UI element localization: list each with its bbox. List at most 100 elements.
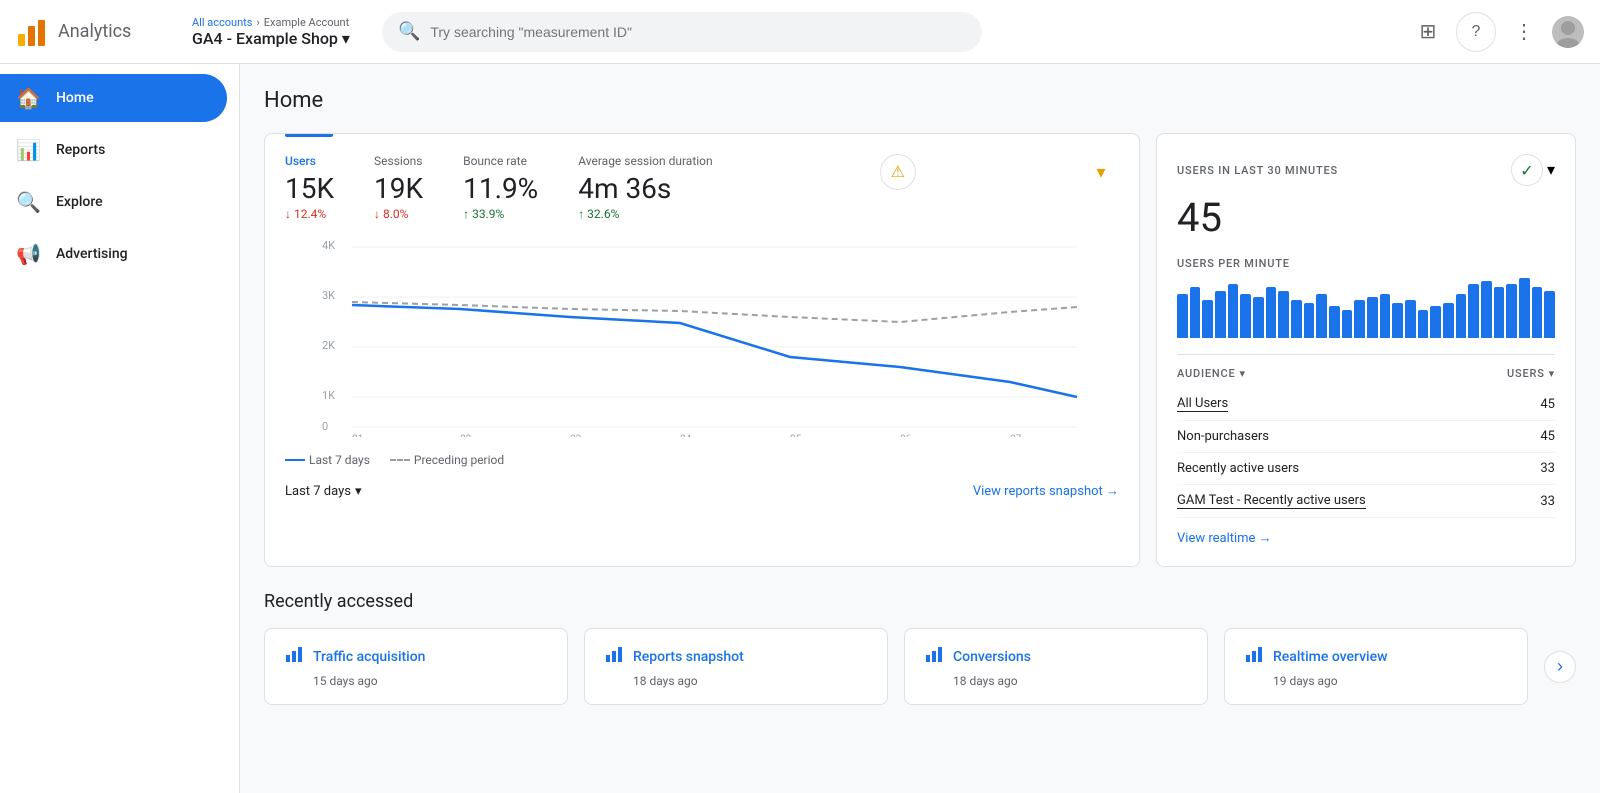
realtime-more-button[interactable]: ▾ bbox=[1547, 160, 1555, 180]
users-col-label[interactable]: USERS ▾ bbox=[1507, 367, 1555, 380]
more-options-button[interactable]: ⋮ bbox=[1504, 12, 1544, 52]
audience-table: All Users 45 Non-purchasers 45 Recently … bbox=[1177, 388, 1555, 518]
sidebar-item-home[interactable]: 🏠 Home bbox=[0, 74, 227, 122]
svg-text:05: 05 bbox=[790, 434, 802, 437]
explore-icon: 🔍 bbox=[16, 190, 40, 214]
help-icon: ? bbox=[1472, 23, 1481, 41]
bar bbox=[1291, 300, 1302, 338]
audience-sort-icon: ▾ bbox=[1240, 367, 1246, 380]
grid-icon: ⊞ bbox=[1420, 19, 1437, 44]
sidebar-item-explore[interactable]: 🔍 Explore bbox=[0, 178, 227, 226]
bar bbox=[1278, 291, 1289, 338]
recent-card-name: Traffic acquisition bbox=[313, 649, 425, 665]
app-title: Analytics bbox=[58, 21, 131, 42]
bar bbox=[1367, 297, 1378, 338]
realtime-header: USERS IN LAST 30 MINUTES ✓ ▾ bbox=[1177, 154, 1555, 186]
recent-card-time: 15 days ago bbox=[313, 674, 547, 688]
realtime-status-icon: ✓ bbox=[1511, 154, 1543, 186]
recent-card-icon bbox=[605, 645, 623, 668]
bar bbox=[1506, 284, 1517, 338]
bar bbox=[1354, 300, 1365, 338]
sidebar: 🏠 Home 📊 Reports 🔍 Explore 📢 Advertising bbox=[0, 64, 240, 793]
svg-text:0: 0 bbox=[322, 420, 328, 433]
breadcrumb: All accounts › Example Account bbox=[192, 16, 350, 29]
recent-card-name: Reports snapshot bbox=[633, 649, 744, 665]
bar bbox=[1240, 294, 1251, 338]
metric-more-button[interactable]: ▾ bbox=[1083, 154, 1119, 190]
bar bbox=[1405, 300, 1416, 338]
avatar[interactable] bbox=[1552, 16, 1584, 48]
audience-row[interactable]: Recently active users 33 bbox=[1177, 453, 1555, 485]
nav-icons: ⊞ ? ⋮ bbox=[1408, 12, 1584, 52]
alert-button[interactable]: ⚠ bbox=[880, 154, 916, 190]
audience-row[interactable]: Non-purchasers 45 bbox=[1177, 421, 1555, 453]
recent-cards-container: Traffic acquisition 15 days ago Reports … bbox=[264, 628, 1576, 705]
advertising-icon: 📢 bbox=[16, 242, 40, 266]
audience-col-label[interactable]: AUDIENCE ▾ bbox=[1177, 367, 1246, 380]
recent-card-title: Reports snapshot bbox=[605, 645, 867, 668]
bar bbox=[1266, 287, 1277, 338]
recent-card-title: Traffic acquisition bbox=[285, 645, 547, 668]
home-icon: 🏠 bbox=[16, 86, 40, 110]
recent-card[interactable]: Conversions 18 days ago bbox=[904, 628, 1208, 705]
recent-card-icon bbox=[1245, 645, 1263, 668]
recent-card[interactable]: Reports snapshot 18 days ago bbox=[584, 628, 888, 705]
bar bbox=[1430, 306, 1441, 338]
date-dropdown-icon: ▾ bbox=[355, 484, 362, 499]
recent-card-time: 18 days ago bbox=[953, 674, 1187, 688]
sidebar-item-reports[interactable]: 📊 Reports bbox=[0, 126, 227, 174]
bar bbox=[1304, 303, 1315, 338]
search-icon: 🔍 bbox=[398, 21, 420, 42]
legend-solid-line bbox=[285, 459, 305, 461]
audience-name: All Users bbox=[1177, 396, 1228, 412]
bar bbox=[1342, 310, 1353, 338]
legend-preceding: Preceding period bbox=[390, 453, 504, 467]
top-nav: Analytics All accounts › Example Account… bbox=[0, 0, 1600, 64]
realtime-count: 45 bbox=[1177, 194, 1555, 241]
users-per-min-label: USERS PER MINUTE bbox=[1177, 257, 1555, 270]
chart-legend: Last 7 days Preceding period bbox=[285, 453, 1119, 467]
bar bbox=[1316, 294, 1327, 338]
card-footer: Last 7 days ▾ View reports snapshot → bbox=[285, 483, 1119, 499]
account-selector: All accounts › Example Account GA4 - Exa… bbox=[192, 16, 350, 48]
recent-card[interactable]: Realtime overview 19 days ago bbox=[1224, 628, 1528, 705]
main-content: Home Users 15K ↓ 12.4% Sessions 19K ↓ 8.… bbox=[240, 64, 1600, 793]
search-bar[interactable]: 🔍 bbox=[382, 12, 982, 52]
help-icon-button[interactable]: ? bbox=[1456, 12, 1496, 52]
svg-text:03: 03 bbox=[570, 434, 581, 437]
bar bbox=[1443, 303, 1454, 338]
bar bbox=[1329, 306, 1340, 338]
search-input[interactable] bbox=[430, 24, 966, 40]
bar bbox=[1418, 310, 1429, 338]
sidebar-item-advertising[interactable]: 📢 Advertising bbox=[0, 230, 227, 278]
bar bbox=[1228, 284, 1239, 338]
alert-icon: ⚠ bbox=[891, 162, 905, 182]
date-selector[interactable]: Last 7 days ▾ bbox=[285, 484, 362, 499]
avatar-image bbox=[1552, 16, 1584, 48]
svg-text:2K: 2K bbox=[322, 339, 335, 352]
top-cards-row: Users 15K ↓ 12.4% Sessions 19K ↓ 8.0% Bo… bbox=[264, 133, 1576, 567]
bar bbox=[1456, 294, 1467, 338]
audience-name: Recently active users bbox=[1177, 461, 1299, 476]
audience-row[interactable]: GAM Test - Recently active users 33 bbox=[1177, 485, 1555, 518]
recent-card-icon bbox=[285, 645, 303, 668]
users-sort-icon: ▾ bbox=[1549, 367, 1555, 380]
view-reports-link[interactable]: View reports snapshot → bbox=[973, 483, 1119, 499]
audience-users-count: 33 bbox=[1540, 461, 1555, 476]
line-chart: 4K 3K 2K 1K 0 01 Aug 02 03 04 bbox=[285, 237, 1119, 437]
recent-card[interactable]: Traffic acquisition 15 days ago bbox=[264, 628, 568, 705]
audience-users-count: 45 bbox=[1540, 429, 1555, 444]
bar bbox=[1215, 291, 1226, 338]
bar bbox=[1468, 284, 1479, 338]
bar bbox=[1202, 300, 1213, 338]
grid-icon-button[interactable]: ⊞ bbox=[1408, 12, 1448, 52]
view-realtime-link[interactable]: View realtime → bbox=[1177, 530, 1555, 546]
next-button[interactable]: › bbox=[1544, 651, 1576, 683]
recent-card-time: 19 days ago bbox=[1273, 674, 1507, 688]
bar bbox=[1519, 278, 1530, 338]
legend-dashed-line bbox=[390, 459, 410, 461]
more-icon: ⋮ bbox=[1514, 19, 1534, 44]
property-selector[interactable]: GA4 - Example Shop ▾ bbox=[192, 29, 350, 48]
audience-header: AUDIENCE ▾ USERS ▾ bbox=[1177, 354, 1555, 380]
audience-row[interactable]: All Users 45 bbox=[1177, 388, 1555, 421]
